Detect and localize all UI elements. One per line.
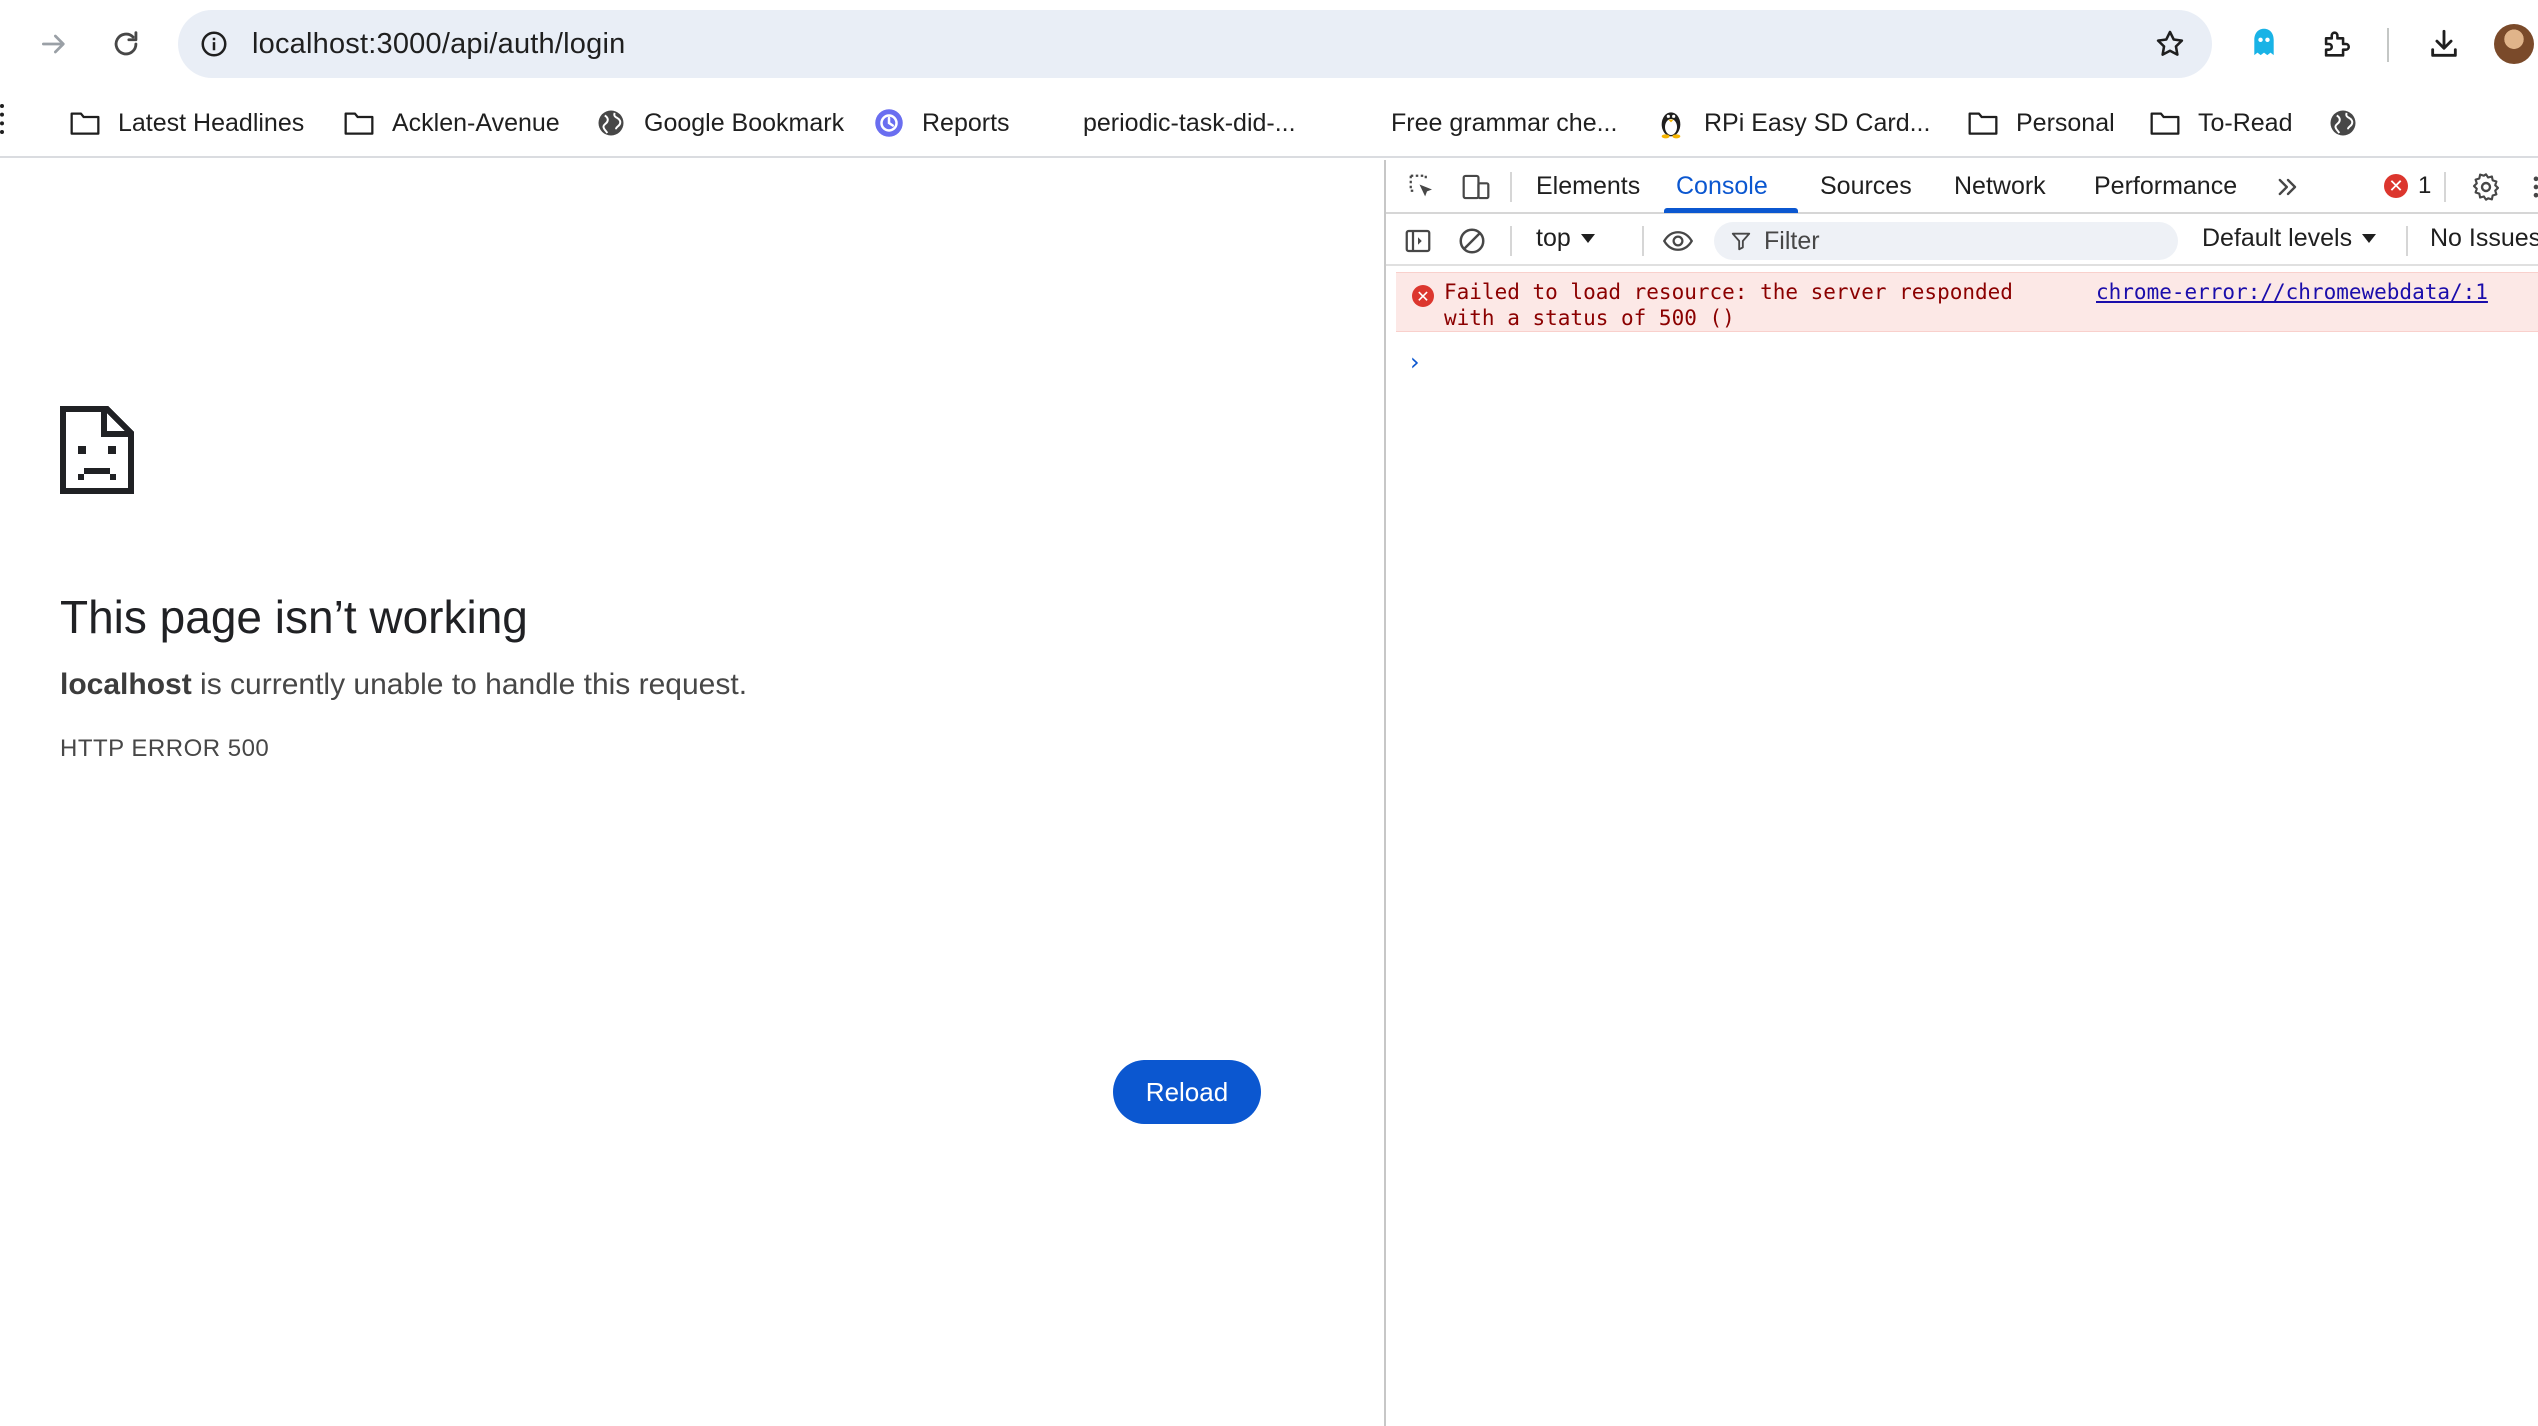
- linux-penguin-icon: [1654, 106, 1688, 140]
- error-page: This page isn’t working localhost is cur…: [0, 160, 1384, 1426]
- console-error-message: ✕ Failed to load resource: the server re…: [1396, 272, 2538, 332]
- tab-elements[interactable]: Elements: [1536, 172, 1640, 201]
- reports-app-icon: [872, 106, 906, 140]
- folder-icon: [1966, 106, 2000, 140]
- console-toolbar: top Filter Default levels No Issues: [1386, 216, 2538, 266]
- bookmark-globe[interactable]: [2326, 102, 2376, 144]
- bookmark-label: RPi Easy SD Card...: [1704, 108, 1931, 137]
- bookmark-acklen-avenue[interactable]: Acklen-Avenue: [342, 102, 560, 144]
- arrow-forward-icon: [42, 34, 65, 54]
- devtools-panel: Elements Console Sources Network Perform…: [1384, 160, 2538, 1426]
- forward-button[interactable]: [24, 14, 84, 74]
- globe-icon: [2326, 106, 2360, 140]
- error-description: localhost is currently unable to handle …: [60, 668, 747, 702]
- error-message-text: Failed to load resource: the server resp…: [1444, 280, 2013, 330]
- bookmark-label: Latest Headlines: [118, 108, 305, 137]
- extensions-puzzle-icon[interactable]: [2310, 18, 2362, 70]
- profile-avatar[interactable]: [2494, 24, 2534, 64]
- address-bar[interactable]: localhost:3000/api/auth/login: [178, 10, 2212, 78]
- live-expression-eye-icon[interactable]: [1658, 222, 1698, 260]
- bookmark-periodic-task[interactable]: periodic-task-did-...: [1083, 102, 1296, 144]
- filter-placeholder: Filter: [1764, 226, 1820, 255]
- error-count: 1: [2418, 172, 2432, 199]
- devtools-tab-bar: Elements Console Sources Network Perform…: [1386, 160, 2538, 214]
- bookmark-label: Reports: [922, 108, 1010, 137]
- filter-funnel-icon: [1731, 232, 1751, 251]
- ghostery-extension-icon[interactable]: [2238, 18, 2290, 70]
- error-icon: ✕: [1412, 285, 1434, 307]
- tab-network[interactable]: Network: [1954, 172, 2046, 201]
- bookmark-label: Google Bookmark: [644, 108, 845, 137]
- toolbar-separator: [2387, 28, 2389, 62]
- tab-console[interactable]: Console: [1676, 172, 1768, 201]
- globe-icon: [594, 106, 628, 140]
- levels-value: Default levels: [2202, 224, 2353, 252]
- tab-divider: [2444, 172, 2446, 202]
- sidebar-toggle-icon[interactable]: [1398, 222, 1438, 260]
- bookmark-reports[interactable]: Reports: [872, 102, 1010, 144]
- sad-page-icon: [60, 406, 134, 494]
- context-value: top: [1536, 224, 1571, 252]
- bookmark-star-icon[interactable]: [2148, 22, 2192, 66]
- dropdown-caret-icon: [1580, 234, 1595, 243]
- settings-gear-icon[interactable]: [2466, 168, 2506, 206]
- console-prompt[interactable]: ›: [1410, 348, 1420, 376]
- active-tab-indicator: [1664, 208, 1798, 213]
- error-host: localhost: [60, 668, 192, 701]
- folder-icon: [2148, 106, 2182, 140]
- folder-icon: [68, 106, 102, 140]
- bookmark-label: periodic-task-did-...: [1083, 108, 1296, 137]
- tab-performance[interactable]: Performance: [2094, 172, 2237, 201]
- bar-divider: [1510, 226, 1512, 256]
- more-tabs-chevron-icon[interactable]: [2268, 168, 2308, 206]
- browser-toolbar: localhost:3000/api/auth/login: [0, 0, 2538, 88]
- bookmark-free-grammar[interactable]: Free grammar che...: [1391, 102, 1617, 144]
- bookmark-rpi-easy-sd[interactable]: RPi Easy SD Card...: [1654, 102, 1930, 144]
- bookmark-google-bookmark[interactable]: Google Bookmark: [594, 102, 844, 144]
- error-count-badge[interactable]: ✕ 1: [2384, 172, 2431, 200]
- bookmark-latest-headlines[interactable]: Latest Headlines: [68, 102, 304, 144]
- refresh-icon: [114, 31, 138, 56]
- bookmarks-overflow-edge: [0, 104, 4, 134]
- tab-sources[interactable]: Sources: [1820, 172, 1912, 201]
- device-toolbar-icon[interactable]: [1456, 168, 1496, 206]
- tab-divider: [1510, 172, 1512, 202]
- downloads-icon[interactable]: [2418, 18, 2470, 70]
- issues-counter[interactable]: No Issues: [2430, 224, 2538, 253]
- site-info-icon[interactable]: [194, 24, 234, 64]
- url-text[interactable]: localhost:3000/api/auth/login: [252, 28, 625, 61]
- bookmark-label: Acklen-Avenue: [392, 108, 560, 137]
- console-filter-input[interactable]: Filter: [1714, 222, 2178, 260]
- inspect-element-icon[interactable]: [1402, 168, 1442, 206]
- bar-divider: [1642, 226, 1644, 256]
- folder-icon: [342, 106, 376, 140]
- error-description-text: is currently unable to handle this reque…: [191, 668, 748, 701]
- bookmark-to-read[interactable]: To-Read: [2148, 102, 2293, 144]
- context-selector[interactable]: top: [1536, 224, 1595, 253]
- bookmarks-bar: Latest Headlines Acklen-Avenue Google Bo…: [0, 88, 2538, 158]
- dropdown-caret-icon: [2362, 234, 2377, 243]
- error-source-link[interactable]: chrome-error://chromewebdata/:1: [2096, 279, 2488, 305]
- log-levels-dropdown[interactable]: Default levels: [2202, 224, 2377, 253]
- error-code: HTTP ERROR 500: [60, 735, 270, 762]
- bookmark-label: Personal: [2016, 108, 2115, 137]
- reload-button[interactable]: Reload: [1113, 1060, 1261, 1124]
- error-icon: ✕: [2384, 174, 2408, 198]
- error-title: This page isn’t working: [60, 591, 528, 643]
- bookmark-personal[interactable]: Personal: [1966, 102, 2115, 144]
- reload-page-button[interactable]: [96, 14, 156, 74]
- more-options-icon[interactable]: [2516, 168, 2538, 206]
- bookmark-label: Free grammar che...: [1391, 108, 1618, 137]
- bar-divider: [2406, 226, 2408, 256]
- bookmark-label: To-Read: [2198, 108, 2293, 137]
- clear-console-icon[interactable]: [1452, 222, 1492, 260]
